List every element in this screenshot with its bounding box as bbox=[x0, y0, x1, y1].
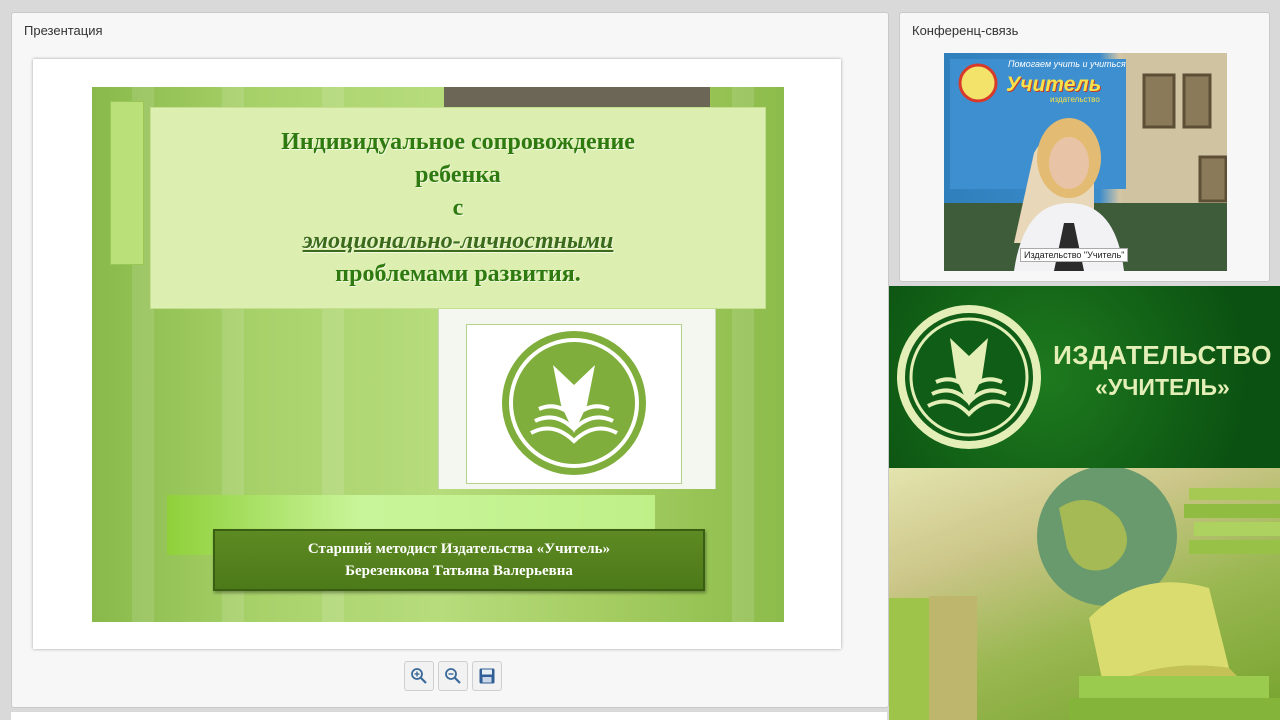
slide-title-line: ребенка bbox=[415, 161, 501, 188]
books-globe-illustration bbox=[889, 468, 1280, 720]
publisher-name-line: ИЗДАТЕЛЬСТВО bbox=[1053, 340, 1272, 370]
slide-viewport[interactable]: Индивидуальное сопровождение ребенка с э… bbox=[33, 59, 841, 649]
poster-tagline: Помогаем учить и учиться bbox=[1008, 59, 1126, 69]
conference-panel: Конференц-связь Помогаем учить и учиться… bbox=[899, 12, 1270, 282]
slide-author-line: Березенкова Татьяна Валерьевна bbox=[345, 563, 573, 579]
zoom-in-icon bbox=[411, 668, 427, 684]
poster-brand: Учитель bbox=[1006, 73, 1102, 96]
presentation-panel-title: Презентация bbox=[24, 23, 103, 38]
slide-left-block bbox=[110, 101, 144, 265]
conference-panel-title: Конференц-связь bbox=[912, 23, 1019, 38]
slide-logo-frame bbox=[438, 309, 716, 489]
publisher-name: ИЗДАТЕЛЬСТВО «УЧИТЕЛЬ» bbox=[1045, 338, 1280, 402]
presentation-toolbar bbox=[404, 661, 502, 691]
publisher-name-line: «УЧИТЕЛЬ» bbox=[1095, 374, 1230, 400]
slide-title-line: с bbox=[452, 194, 464, 221]
video-feed[interactable]: Помогаем учить и учиться Учитель издател… bbox=[944, 53, 1227, 271]
slide-title-line: Индивидуальное сопровождение bbox=[281, 128, 635, 155]
publisher-logo-icon bbox=[897, 305, 1041, 449]
slide-title-box: Индивидуальное сопровождение ребенка с э… bbox=[150, 107, 766, 309]
slide-title-line: эмоционально-личностными bbox=[302, 227, 614, 254]
presentation-panel: Презентация Индивидуальное сопровождение… bbox=[11, 12, 889, 708]
poster-sub: издательство bbox=[1050, 95, 1100, 104]
slide-logo-box bbox=[466, 324, 682, 484]
zoom-out-icon bbox=[445, 668, 461, 684]
slide-author-line: Старший методист Издательства «Учитель» bbox=[307, 541, 611, 557]
slide-title-line: проблемами развития. bbox=[335, 260, 581, 287]
slide: Индивидуальное сопровождение ребенка с э… bbox=[92, 87, 784, 622]
slide-author-box: Старший методист Издательства «Учитель» … bbox=[213, 529, 705, 591]
bottom-strip bbox=[11, 712, 887, 720]
zoom-in-button[interactable] bbox=[404, 661, 434, 691]
save-icon bbox=[479, 668, 495, 684]
publisher-logo-icon bbox=[502, 331, 646, 475]
participant-label: Издательство "Учитель" bbox=[1020, 248, 1129, 262]
save-button[interactable] bbox=[472, 661, 502, 691]
books-globe-image bbox=[889, 468, 1280, 720]
publisher-banner: ИЗДАТЕЛЬСТВО «УЧИТЕЛЬ» bbox=[889, 286, 1280, 468]
zoom-out-button[interactable] bbox=[438, 661, 468, 691]
slide-dark-bar bbox=[444, 87, 710, 107]
